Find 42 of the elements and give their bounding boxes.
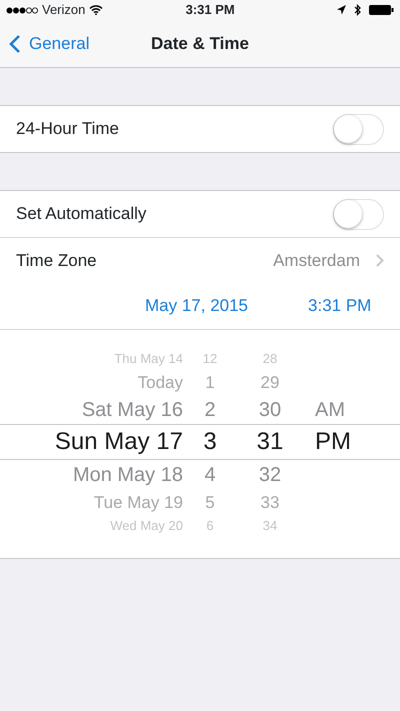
picker-date[interactable]: Thu May 14 bbox=[0, 352, 183, 365]
picker-minute[interactable]: 31 bbox=[237, 430, 303, 454]
picker-minute[interactable]: 32 bbox=[237, 464, 303, 484]
picker-minute[interactable]: 30 bbox=[237, 400, 303, 420]
setting-value: Amsterdam bbox=[273, 250, 360, 272]
picker-hour[interactable]: 4 bbox=[183, 464, 237, 484]
setting-label: Set Automatically bbox=[16, 203, 146, 226]
picker-hour[interactable]: 6 bbox=[183, 519, 237, 532]
signal-icon bbox=[6, 6, 38, 14]
picker-minute[interactable]: 34 bbox=[237, 519, 303, 532]
screen-title: Date & Time bbox=[151, 32, 249, 55]
picker-hour[interactable]: 12 bbox=[183, 352, 237, 365]
back-button[interactable]: General bbox=[9, 30, 90, 56]
status-time: 3:31 PM bbox=[186, 2, 235, 18]
picker-period[interactable]: AM bbox=[303, 400, 400, 420]
carrier-name: Verizon bbox=[42, 1, 86, 20]
picker-hour[interactable]: 1 bbox=[183, 374, 237, 390]
picker-minute[interactable]: 29 bbox=[237, 374, 303, 390]
time-value[interactable]: 3:31 PM bbox=[308, 293, 372, 319]
toggle-switch[interactable] bbox=[333, 198, 384, 230]
picker-hour[interactable]: 2 bbox=[183, 400, 237, 420]
picker-date[interactable]: Mon May 18 bbox=[0, 464, 183, 484]
picker-date[interactable]: Wed May 20 bbox=[0, 519, 183, 532]
picker-date[interactable]: Today bbox=[0, 374, 183, 390]
setting-label: 24-Hour Time bbox=[16, 118, 119, 140]
wifi-icon bbox=[89, 5, 104, 15]
back-chevron-icon bbox=[9, 34, 21, 54]
picker-date[interactable]: Tue May 19 bbox=[0, 494, 183, 510]
picker-date[interactable]: Sun May 17 bbox=[0, 430, 183, 454]
toggle-switch[interactable] bbox=[333, 114, 384, 144]
bluetooth-icon bbox=[354, 4, 361, 16]
location-arrow-icon bbox=[337, 5, 346, 15]
picker-minute[interactable]: 28 bbox=[237, 352, 303, 365]
picker-hour[interactable]: 5 bbox=[183, 494, 237, 510]
picker-minute[interactable]: 33 bbox=[237, 494, 303, 510]
setting-label: Time Zone bbox=[16, 250, 97, 272]
picker-date[interactable]: Sat May 16 bbox=[0, 400, 183, 420]
date-value[interactable]: May 17, 2015 bbox=[145, 293, 248, 319]
picker-period[interactable]: PM bbox=[303, 430, 400, 454]
picker-hour[interactable]: 3 bbox=[183, 430, 237, 454]
battery-icon bbox=[369, 5, 394, 15]
chevron-icon bbox=[376, 254, 384, 267]
